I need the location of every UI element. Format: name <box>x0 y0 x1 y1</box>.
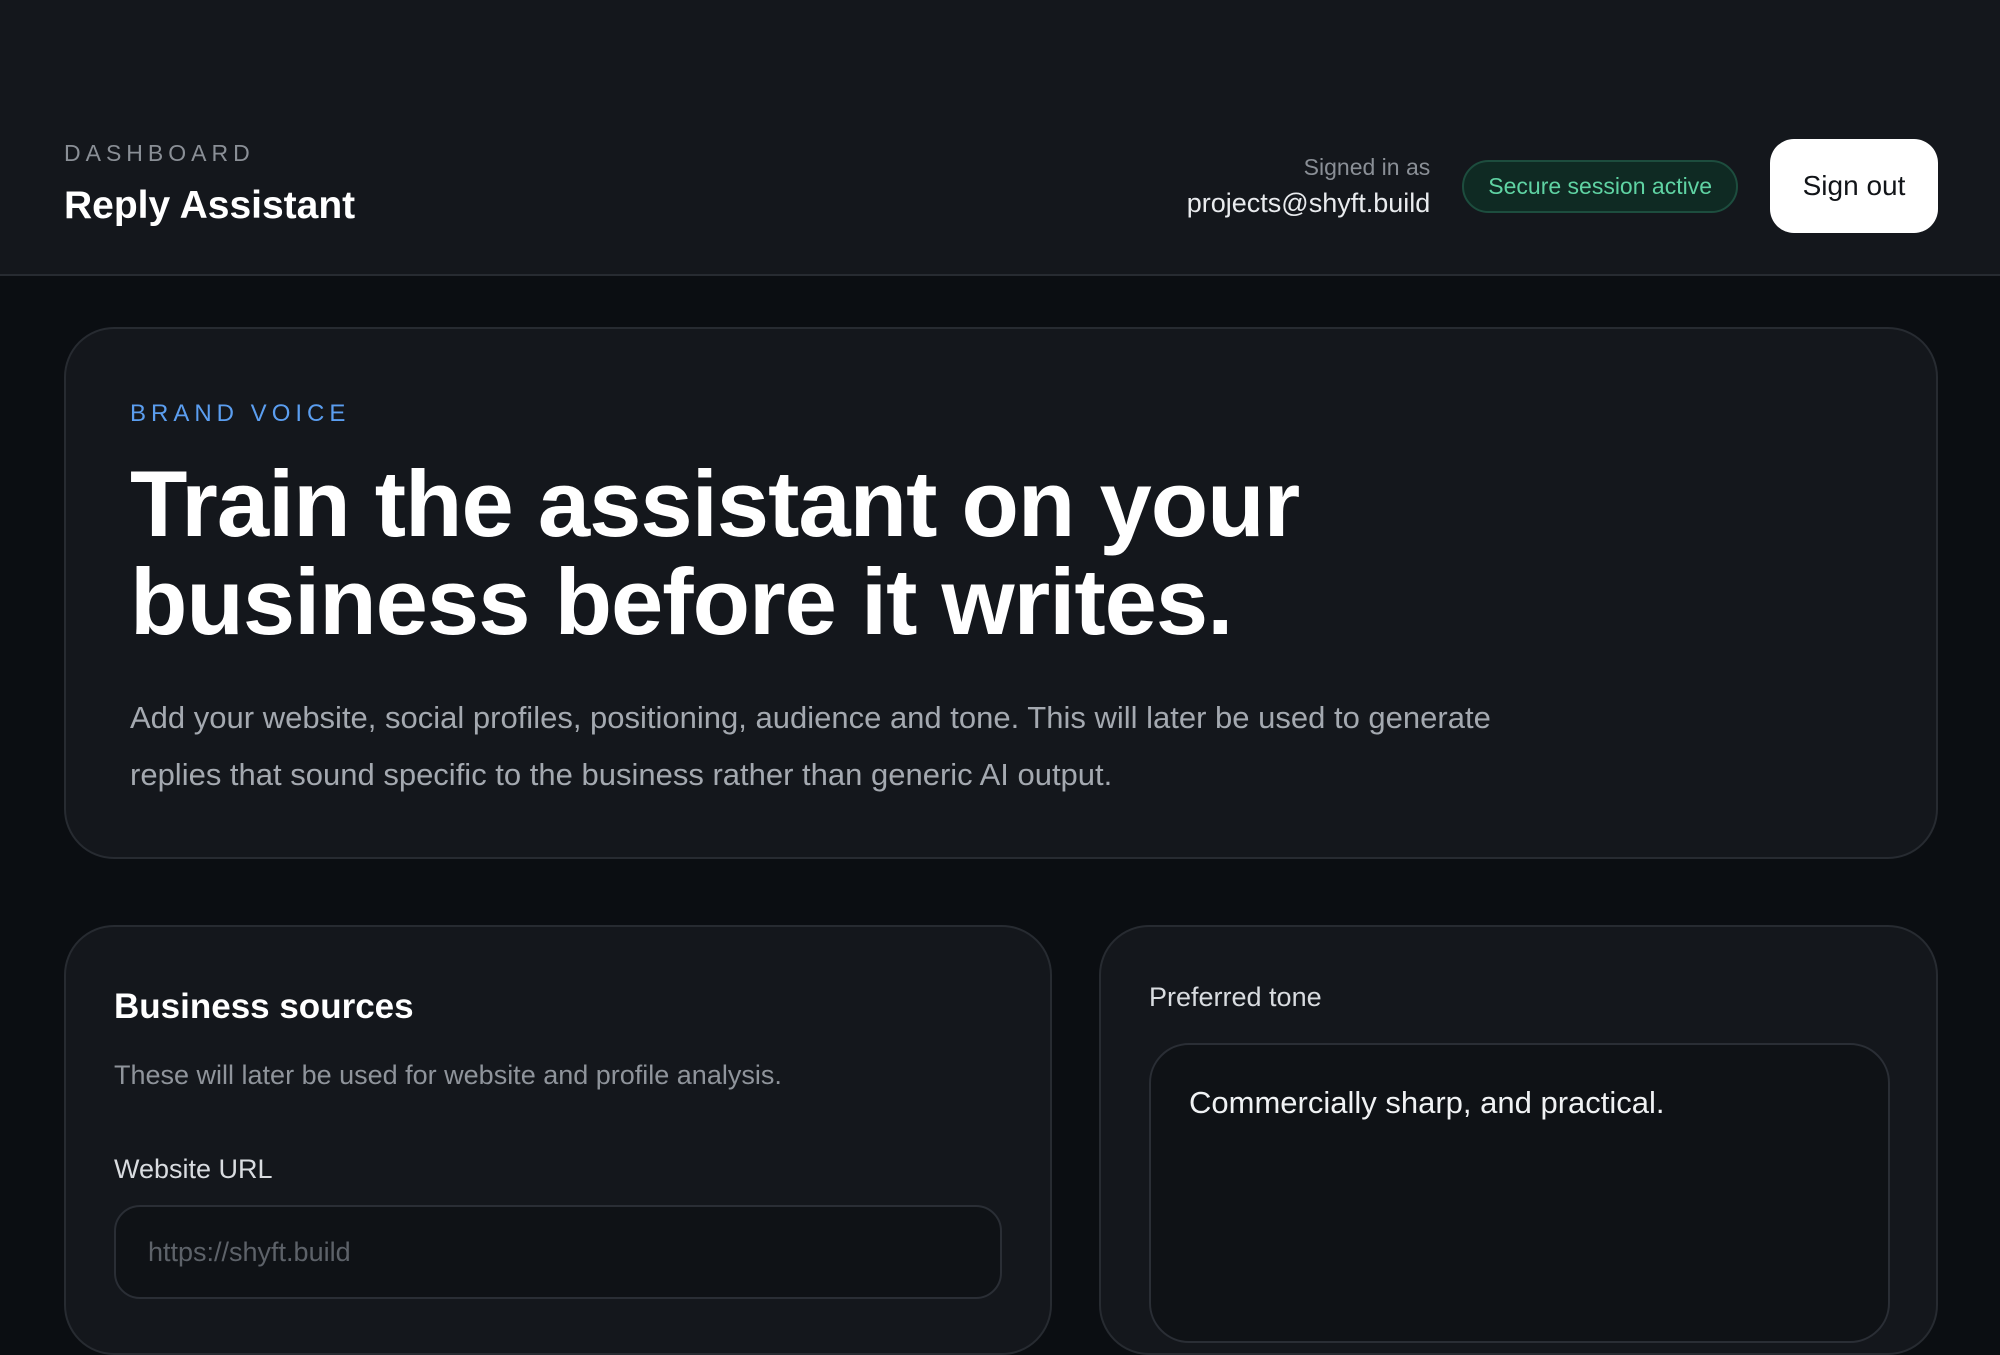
app-title: Reply Assistant <box>64 184 356 227</box>
session-status-badge: Secure session active <box>1462 159 1738 213</box>
sign-out-button[interactable]: Sign out <box>1770 139 1938 233</box>
brand-voice-content: BRAND VOICE Train the assistant on your … <box>130 399 1550 803</box>
business-sources-title: Business sources <box>114 987 414 1026</box>
preferred-tone-textarea[interactable] <box>1149 1043 1890 1343</box>
top-header: DASHBOARD Reply Assistant Signed in as p… <box>0 0 2000 276</box>
preferred-tone-card: Preferred tone <box>1099 925 1938 1355</box>
hero-description: Add your website, social profiles, posit… <box>130 700 1491 792</box>
signed-in-email: projects@shyft.build <box>1186 187 1431 218</box>
brand-voice-eyebrow: BRAND VOICE <box>130 400 351 427</box>
brand-voice-card: BRAND VOICE Train the assistant on your … <box>64 327 1938 859</box>
header-title-group: DASHBOARD Reply Assistant <box>64 138 355 230</box>
section-eyebrow: DASHBOARD <box>64 140 255 166</box>
header-account-group: Signed in as projects@shyft.build Secure… <box>1187 139 1938 233</box>
hero-title: Train the assistant on your business bef… <box>130 451 1300 654</box>
business-sources-card: Business sources These will later be use… <box>64 925 1052 1355</box>
signed-in-label: Signed in as <box>1303 153 1431 180</box>
business-sources-description: These will later be used for website and… <box>114 1060 782 1090</box>
signed-in-info: Signed in as projects@shyft.build <box>1187 152 1431 221</box>
website-url-input[interactable] <box>114 1205 1002 1299</box>
website-url-label: Website URL <box>114 1154 273 1184</box>
preferred-tone-label: Preferred tone <box>1149 982 1322 1012</box>
